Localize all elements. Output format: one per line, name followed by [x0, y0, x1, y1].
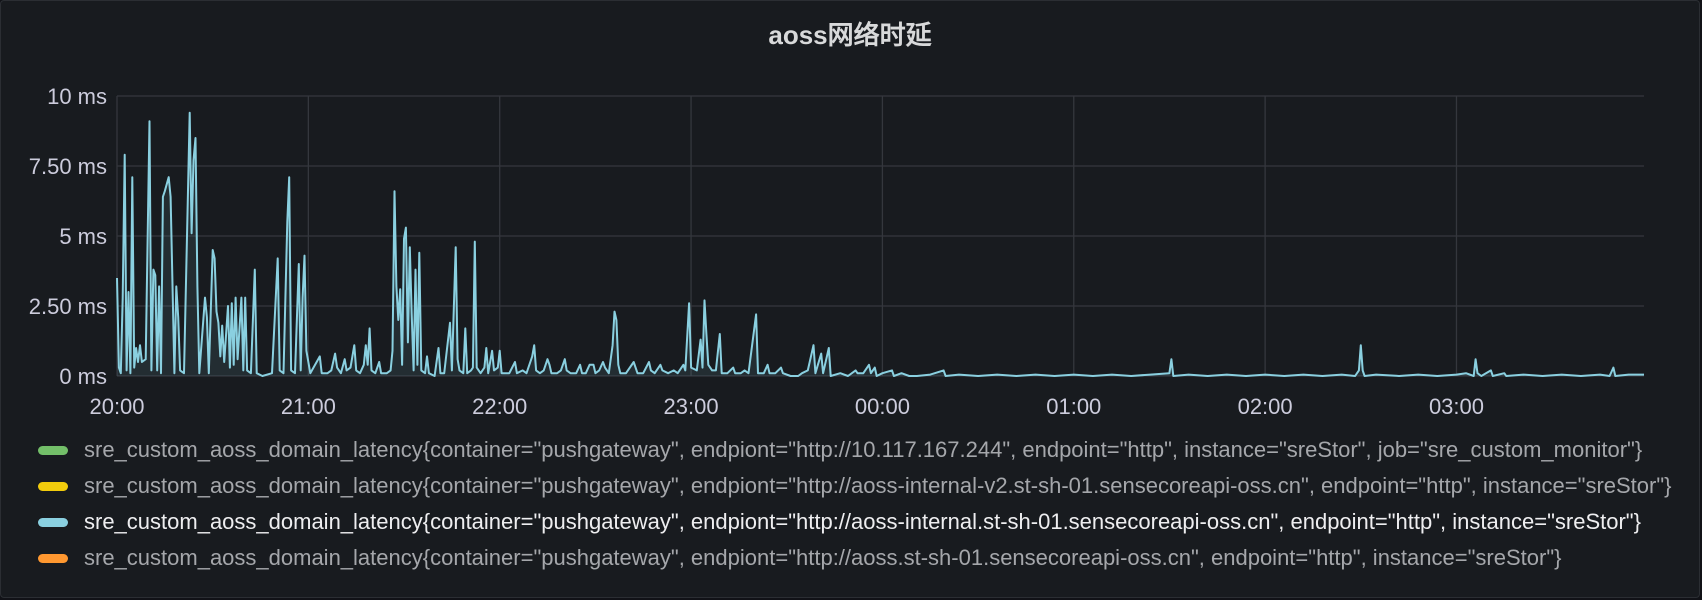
legend-swatch[interactable]: [38, 445, 68, 455]
legend-label[interactable]: sre_custom_aoss_domain_latency{container…: [84, 509, 1641, 535]
series-area: [117, 112, 1644, 377]
latency-chart: 0 ms 2.50 ms 5 ms 7.50 ms 10 ms 20:00 21:00 22…: [29, 84, 1644, 419]
legend-swatch[interactable]: [38, 553, 68, 563]
x-tick-label: 21:00: [281, 394, 336, 419]
chart-legend: sre_custom_aoss_domain_latency{container…: [38, 432, 1678, 576]
legend-item[interactable]: sre_custom_aoss_domain_latency{container…: [38, 504, 1678, 540]
y-tick-label: 5 ms: [59, 224, 107, 249]
legend-swatch[interactable]: [38, 481, 68, 491]
y-tick-label: 2.50 ms: [29, 294, 107, 319]
x-tick-label: 02:00: [1238, 394, 1293, 419]
series-layer: [116, 111, 1644, 377]
legend-label[interactable]: sre_custom_aoss_domain_latency{container…: [84, 473, 1672, 499]
y-axis: 0 ms 2.50 ms 5 ms 7.50 ms 10 ms: [29, 84, 107, 389]
y-tick-label: 0 ms: [59, 364, 107, 389]
x-axis: 20:00 21:00 22:00 23:00 00:00 01:00 02:00 03:00: [89, 394, 1484, 419]
legend-label[interactable]: sre_custom_aoss_domain_latency{container…: [84, 437, 1642, 463]
y-tick-label: 10 ms: [47, 84, 107, 109]
legend-item[interactable]: sre_custom_aoss_domain_latency{container…: [38, 468, 1678, 504]
chart-grid: [116, 95, 1644, 377]
legend-swatch[interactable]: [38, 517, 68, 527]
x-tick-label: 23:00: [664, 394, 719, 419]
x-tick-label: 01:00: [1046, 394, 1101, 419]
x-tick-label: 22:00: [472, 394, 527, 419]
legend-item[interactable]: sre_custom_aoss_domain_latency{container…: [38, 432, 1678, 468]
x-tick-label: 20:00: [89, 394, 144, 419]
x-tick-label: 00:00: [855, 394, 910, 419]
x-tick-label: 03:00: [1429, 394, 1484, 419]
legend-item[interactable]: sre_custom_aoss_domain_latency{container…: [38, 540, 1678, 576]
y-tick-label: 7.50 ms: [29, 154, 107, 179]
legend-label[interactable]: sre_custom_aoss_domain_latency{container…: [84, 545, 1561, 571]
series-line[interactable]: [116, 111, 1644, 377]
